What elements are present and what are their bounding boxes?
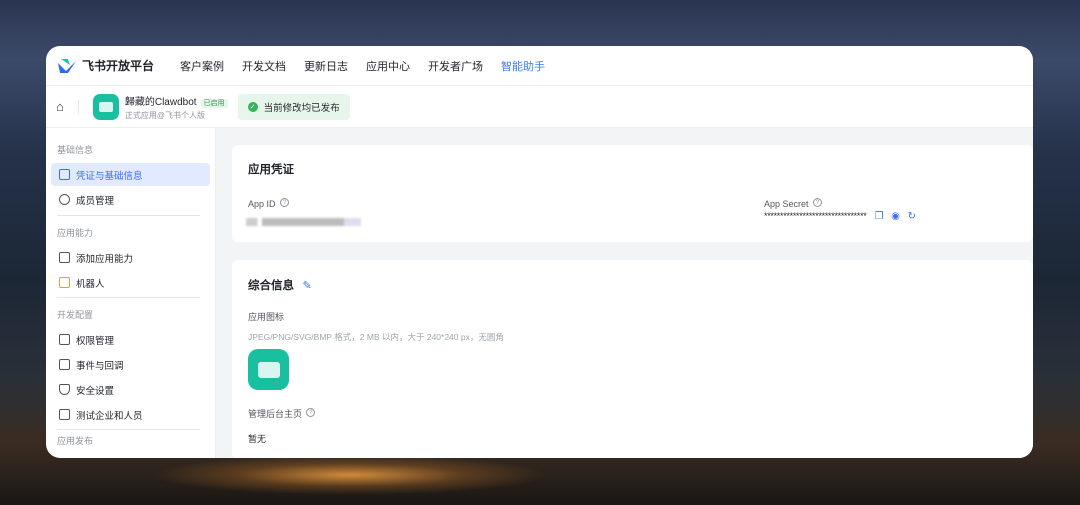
sidebar-item-events[interactable]: 事件与回调 (51, 353, 210, 376)
label: 权限管理 (76, 335, 115, 347)
home-icon[interactable]: ⌂ (56, 99, 64, 114)
nav-docs[interactable]: 开发文档 (242, 61, 286, 73)
section-title: 综合信息 (248, 280, 294, 292)
nav-developer-square[interactable]: 开发者广场 (428, 61, 483, 73)
app-id-value-blurred (246, 218, 361, 226)
check-icon: ✓ (247, 101, 258, 112)
main-content: 应用凭证 App ID ? App Secret ? *************… (216, 128, 1033, 458)
nav-app-center[interactable]: 应用中心 (366, 61, 410, 73)
credentials-card: 应用凭证 App ID ? App Secret ? *************… (232, 145, 1033, 242)
sidebar-item-members[interactable]: 成员管理 (51, 188, 210, 211)
divider (77, 99, 79, 114)
app-subtitle: 正式应用@飞书个人版 (124, 110, 205, 120)
brand-name: 飞书开放平台 (82, 59, 155, 73)
robot-icon (59, 277, 70, 288)
label: 机器人 (76, 278, 105, 290)
edit-icon[interactable]: ✎ (302, 280, 311, 292)
label: 安全设置 (76, 385, 115, 397)
sidebar: 基础信息 凭证与基础信息 成员管理 应用能力 添加应用能力 机器人 开发配置 权… (46, 128, 216, 458)
brand-logo[interactable]: 飞书开放平台 (58, 57, 154, 74)
sidebar-item-test-tenants[interactable]: 测试企业和人员 (51, 403, 210, 426)
refresh-icon[interactable]: ↻ (908, 211, 916, 222)
label: 成员管理 (76, 195, 115, 207)
shield-icon (59, 384, 70, 395)
code-icon (59, 409, 70, 420)
nav-cases[interactable]: 客户案例 (180, 61, 224, 73)
app-secret-value: ******************************** (764, 211, 867, 221)
background-light (150, 455, 550, 495)
group-title: 应用能力 (57, 228, 94, 238)
sidebar-item-add-capability[interactable]: 添加应用能力 (51, 246, 210, 269)
top-nav: 飞书开放平台 客户案例 开发文档 更新日志 应用中心 开发者广场 智能助手 (46, 46, 1033, 86)
help-icon[interactable]: ? (279, 198, 289, 208)
group-title: 基础信息 (57, 145, 94, 155)
sidebar-item-security[interactable]: 安全设置 (51, 378, 210, 401)
user-add-icon (59, 194, 70, 205)
grid-add-icon (59, 252, 70, 263)
section-title: 应用凭证 (248, 164, 294, 176)
help-icon[interactable]: ? (812, 198, 822, 208)
app-window: 飞书开放平台 客户案例 开发文档 更新日志 应用中心 开发者广场 智能助手 ⌂ 歸藏的Cl… (46, 46, 1033, 458)
lock-box-icon (59, 334, 70, 345)
label: 添加应用能力 (76, 253, 134, 265)
app-icon-preview[interactable] (248, 349, 289, 390)
publish-status: ✓ 当前修改均已发布 (237, 93, 350, 120)
sidebar-item-bot[interactable]: 机器人 (51, 271, 210, 294)
app-bar: ⌂ 歸藏的Clawdbot 已启用 正式应用@飞书个人版 ✓ 当前修改均已发布 (46, 86, 1033, 128)
status-badge: 已启用 (200, 98, 228, 108)
app-robot-icon (92, 93, 119, 120)
label: 事件与回调 (76, 360, 124, 372)
copy-icon[interactable]: ❐ (874, 211, 883, 222)
sidebar-item-permissions[interactable]: 权限管理 (51, 328, 210, 351)
eye-icon[interactable]: ◉ (891, 211, 900, 222)
general-info-card: 综合信息 ✎ 应用图标 JPEG/PNG/SVG/BMP 格式，2 MB 以内，… (232, 260, 1033, 458)
label: 凭证与基础信息 (76, 170, 143, 182)
nav-changelog[interactable]: 更新日志 (304, 61, 348, 73)
icon-hint: JPEG/PNG/SVG/BMP 格式，2 MB 以内，大于 240*240 p… (248, 332, 504, 342)
icon-label: 应用图标 (248, 312, 285, 322)
credential-icon (59, 169, 70, 180)
homepage-label: 管理后台主页 (248, 409, 303, 419)
group-title: 开发配置 (57, 310, 94, 320)
label: 测试企业和人员 (76, 410, 143, 422)
group-title: 应用发布 (57, 436, 94, 446)
homepage-value: 暂无 (248, 434, 267, 444)
sidebar-item-credentials[interactable]: 凭证与基础信息 (51, 163, 210, 186)
help-icon[interactable]: ? (306, 408, 316, 418)
feishu-logo-icon (58, 58, 76, 73)
app-name: 歸藏的Clawdbot (124, 96, 197, 108)
nav-assistant[interactable]: 智能助手 (501, 61, 545, 73)
event-icon (59, 359, 70, 370)
app-secret-label: App Secret (764, 199, 809, 209)
app-id-label: App ID (248, 199, 276, 209)
publish-status-text: 当前修改均已发布 (263, 102, 340, 114)
